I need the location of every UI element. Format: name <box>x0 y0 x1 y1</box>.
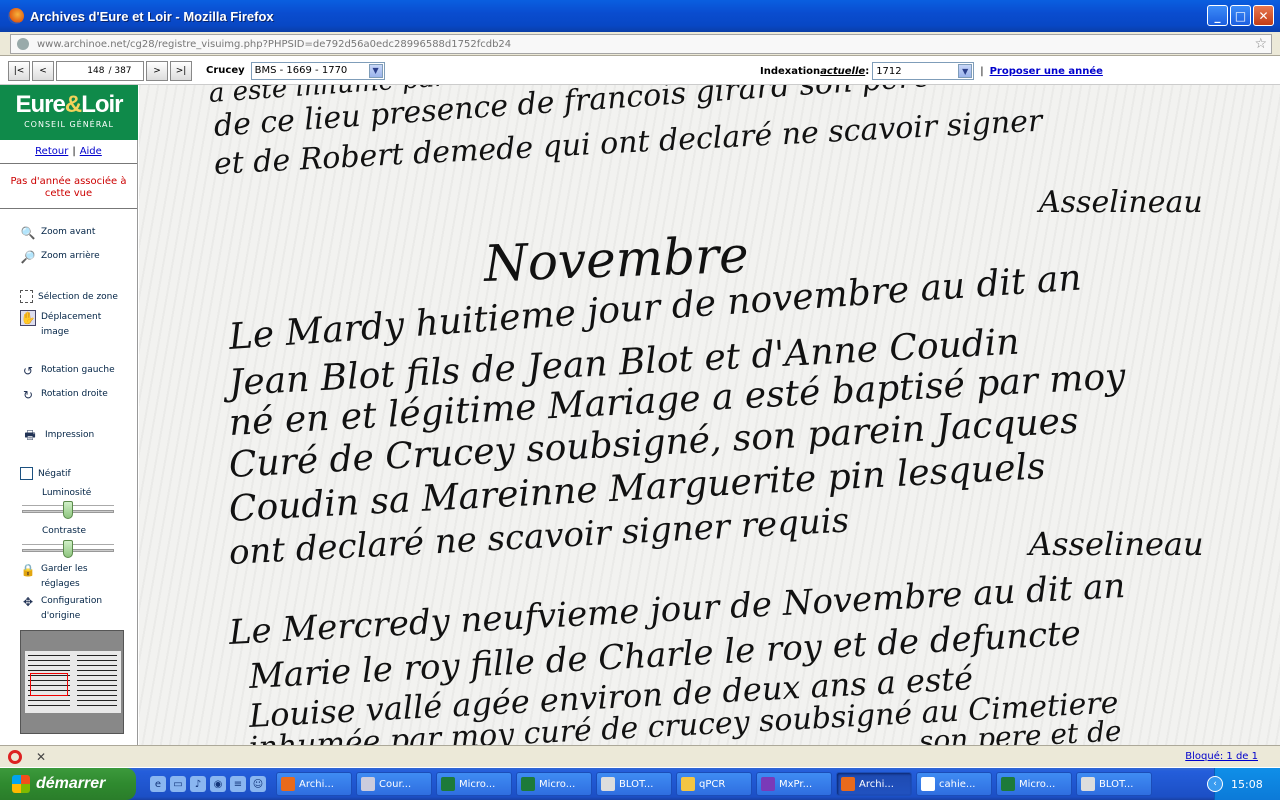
propose-year-link[interactable]: Proposer une année <box>990 66 1103 77</box>
task-button[interactable]: Micro... <box>436 772 512 796</box>
firefox-quick-icon[interactable]: ◉ <box>210 776 226 792</box>
rotate-right-icon: ↻ <box>22 388 34 402</box>
start-label: démarrer <box>36 775 106 792</box>
negative-toggle[interactable]: Négatif <box>20 467 71 482</box>
eure-et-loir-logo: Eure&Loir CONSEIL GÉNÉRAL <box>0 85 138 140</box>
windows-logo-icon <box>12 775 30 793</box>
chevron-down-icon[interactable]: ▼ <box>958 64 973 78</box>
reset-settings-tool[interactable]: ✥ Configuration d'origine <box>20 594 102 624</box>
indexation-prefix: Indexation <box>760 65 821 77</box>
no-year-message: Pas d'année associée à cette vue <box>0 164 137 209</box>
sidebar-links: Retour | Aide <box>0 140 137 164</box>
indexation-group: Indexation actuelle : 1712 ▼ | Proposer … <box>760 62 1103 80</box>
task-button[interactable]: MxPr... <box>756 772 832 796</box>
last-page-button[interactable]: >| <box>170 60 192 81</box>
site-globe-icon <box>17 38 29 50</box>
quick-launch: e ▭ ♪ ◉ ≡ ☺ <box>150 776 266 792</box>
start-button[interactable]: démarrer <box>0 768 136 800</box>
sidebar: Eure&Loir CONSEIL GÉNÉRAL Retour | Aide Pa… <box>0 85 138 745</box>
zoom-in-tool[interactable]: 🔍 Zoom avant <box>20 225 96 241</box>
task-button[interactable]: BLOT... <box>596 772 672 796</box>
minimap-viewport[interactable] <box>30 673 68 696</box>
indexation-suffix: : <box>865 65 870 77</box>
back-link[interactable]: Retour <box>31 146 72 157</box>
zoom-out-tool[interactable]: 🔎 Zoom arrière <box>20 249 100 265</box>
taskbar: démarrer e ▭ ♪ ◉ ≡ ☺ Archi... Cour... Mi… <box>0 768 1280 800</box>
window-title: Archives d'Eure et Loir - Mozilla Firefo… <box>30 8 274 24</box>
print-tool[interactable]: 🖶 Impression <box>20 428 94 444</box>
luminosity-slider[interactable] <box>22 501 114 519</box>
year-select[interactable]: 1712 ▼ <box>872 62 975 80</box>
page-number-input[interactable]: 148 <box>68 66 104 76</box>
indexation-emph: actuelle <box>820 65 866 77</box>
popup-blocked-indicator[interactable]: Bloqué: 1 de 1 <box>1185 751 1258 762</box>
window-titlebar[interactable]: Archives d'Eure et Loir - Mozilla Firefo… <box>0 0 1280 32</box>
task-button[interactable]: qPCR <box>676 772 752 796</box>
selection-icon <box>20 290 33 303</box>
lock-icon: 🔒 <box>20 563 36 577</box>
task-button[interactable]: Micro... <box>996 772 1072 796</box>
rotate-left-icon: ↺ <box>22 364 34 378</box>
rotate-right-tool[interactable]: ↻ Rotation droite <box>20 387 108 403</box>
register-select[interactable]: BMS - 1669 - 1770 ▼ <box>250 61 385 80</box>
address-field[interactable]: www.archinoe.net/cg28/registre_visuimg.p… <box>10 34 1272 54</box>
tray-expand-icon[interactable]: ‹ <box>1207 776 1223 792</box>
task-button[interactable]: Archi... <box>836 772 912 796</box>
page-indicator: 148 / 387 <box>56 60 144 81</box>
minimap[interactable] <box>20 630 124 734</box>
contrast-thumb[interactable] <box>63 540 73 558</box>
help-link[interactable]: Aide <box>76 146 106 157</box>
rotate-left-tool[interactable]: ↺ Rotation gauche <box>20 363 115 379</box>
task-button[interactable]: cahie... <box>916 772 992 796</box>
printer-icon: 🖶 <box>24 427 36 442</box>
bookmark-star-icon[interactable]: ☆ <box>1254 36 1267 52</box>
media-icon[interactable]: ♪ <box>190 776 206 792</box>
status-bar: ✕ Bloqué: 1 de 1 <box>0 745 1280 767</box>
system-tray: ‹ 15:08 <box>1207 768 1280 800</box>
viewer-navbar: |< < 148 / 387 > >| Crucey BMS - 1669 - … <box>0 57 1280 85</box>
luminosity-thumb[interactable] <box>63 501 73 519</box>
zoom-out-icon: 🔎 <box>20 250 36 264</box>
hand-icon: ✋ <box>20 310 36 326</box>
task-button[interactable]: BLOT... <box>1076 772 1152 796</box>
contrast-label: Contraste <box>42 526 86 536</box>
task-button[interactable]: Archi... <box>276 772 352 796</box>
messenger-icon[interactable]: ☺ <box>250 776 266 792</box>
url-text[interactable]: www.archinoe.net/cg28/registre_visuimg.p… <box>37 39 511 50</box>
desktop-icon[interactable]: ▭ <box>170 776 186 792</box>
firefox-icon <box>8 8 24 24</box>
chevron-down-icon[interactable]: ▼ <box>368 63 383 78</box>
prev-page-button[interactable]: < <box>32 60 54 81</box>
select-zone-tool[interactable]: Sélection de zone <box>20 290 118 305</box>
stop-target-icon[interactable] <box>8 749 22 764</box>
clock: 15:08 <box>1231 777 1263 791</box>
manuscript-signature: Asselineau <box>1039 185 1203 220</box>
year-select-value: 1712 <box>876 65 902 77</box>
register-select-value: BMS - 1669 - 1770 <box>254 65 348 76</box>
close-findbar-icon[interactable]: ✕ <box>36 750 46 764</box>
page-total: / 387 <box>108 65 132 76</box>
task-buttons: Archi... Cour... Micro... Micro... BLOT.… <box>272 772 1152 796</box>
keep-settings-tool[interactable]: 🔒 Garder les réglages <box>20 562 88 592</box>
luminosity-label: Luminosité <box>42 488 92 498</box>
first-page-button[interactable]: |< <box>8 60 30 81</box>
manuscript-image[interactable]: a esté inhumé par ... de ce lieu presenc… <box>139 85 1280 745</box>
move-image-tool[interactable]: ✋ Déplacement image <box>20 310 101 340</box>
notepad-icon[interactable]: ≡ <box>230 776 246 792</box>
minimize-button[interactable]: _ <box>1207 5 1228 26</box>
reset-icon: ✥ <box>22 595 34 609</box>
close-button[interactable]: ✕ <box>1253 5 1274 26</box>
manuscript-signature: Asselineau <box>1029 525 1204 563</box>
separator: | <box>980 65 984 77</box>
url-bar: www.archinoe.net/cg28/registre_visuimg.p… <box>0 32 1280 56</box>
maximize-button[interactable]: □ <box>1230 5 1251 26</box>
task-button[interactable]: Cour... <box>356 772 432 796</box>
ie-icon[interactable]: e <box>150 776 166 792</box>
commune-label: Crucey <box>206 65 245 76</box>
task-button[interactable]: Micro... <box>516 772 592 796</box>
negative-checkbox[interactable] <box>20 467 33 480</box>
zoom-in-icon: 🔍 <box>20 226 36 240</box>
contrast-slider[interactable] <box>22 540 114 558</box>
next-page-button[interactable]: > <box>146 60 168 81</box>
